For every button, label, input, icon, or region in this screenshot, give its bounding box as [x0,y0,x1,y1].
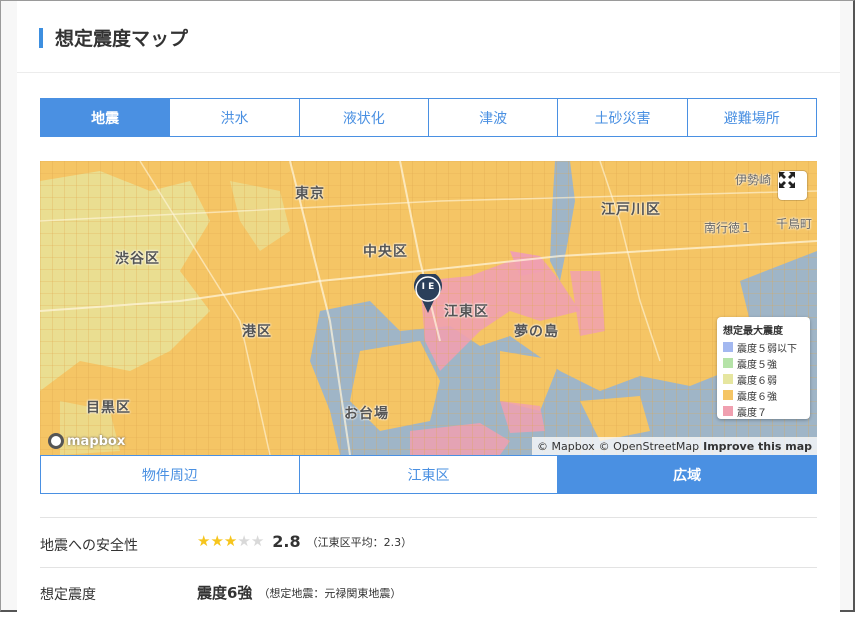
expand-icon [779,172,795,188]
intensity-value-group: 震度6強 （想定地震：元禄関東地震） [197,582,401,603]
mapbox-logo-icon [48,433,64,449]
map-label-isesaki: 伊勢崎 [735,173,772,187]
star-empty-icon: ★ [237,532,251,550]
legend-swatch [723,390,733,400]
attribution-osm-link[interactable]: © OpenStreetMap [599,440,700,453]
intensity-row: 想定震度 震度6強 （想定地震：元禄関東地震） [40,567,817,619]
legend-swatch [723,374,733,384]
page-title: 想定震度マップ [55,28,189,50]
tab-earthquake[interactable]: 地震 [41,99,170,136]
tab-property-area[interactable]: 物件周辺 [41,456,299,493]
hazard-map[interactable]: 東京 中央区 渋谷区 港区 江東区 夢の島 お台場 目黒区 江戸川区 伊勢崎 南… [40,161,817,455]
scope-tabs: 物件周辺 江東区 広域 [40,455,817,494]
map-attribution: © Mapbox © OpenStreetMap Improve this ma… [532,437,817,455]
hazard-card: 想定震度マップ 地震 洪水 液状化 津波 土砂災害 避難場所 東京 中央区 渋谷… [17,1,840,613]
legend-swatch [723,358,733,368]
improve-map-link[interactable]: Improve this map [703,440,812,453]
legend-title: 想定最大震度 [723,326,783,337]
safety-average: （江東区平均：2.3） [306,535,413,549]
legend-label: 震度６強 [737,391,777,403]
tab-liquefaction[interactable]: 液状化 [298,99,428,136]
map-label-meguro: 目黒区 [86,400,131,416]
map-label-shibuya: 渋谷区 [115,251,160,267]
tab-landslide[interactable]: 土砂災害 [557,99,687,136]
tab-koto-ward[interactable]: 江東区 [298,456,558,493]
tab-flood[interactable]: 洪水 [169,99,299,136]
intensity-legend: 想定最大震度 震度５弱以下 震度５強 震度６弱 震度６強 震度７ [717,317,810,419]
map-label-koto: 江東区 [444,304,489,320]
tab-tsunami[interactable]: 津波 [427,99,558,136]
map-label-chiba: 千鳥町 [776,217,813,231]
mapbox-logo-text: mapbox [67,433,126,449]
intensity-label: 想定震度 [40,587,96,603]
mapbox-logo[interactable]: mapbox [48,433,125,449]
map-label-minamigyotoku: 南行徳１ [704,221,753,235]
attribution-mapbox-link[interactable]: © Mapbox [537,440,595,453]
legend-label: 震度５弱以下 [737,343,797,355]
card-header: 想定震度マップ [17,1,840,73]
safety-stars: ★ ★ ★ ★ ★ [197,534,264,549]
legend-item: 震度７ [723,403,804,419]
tab-evacuation[interactable]: 避難場所 [686,99,816,136]
safety-row: 地震への安全性 ★ ★ ★ ★ ★ 2.8 （江東区平均：2.3） [40,517,817,569]
map-label-tokyo: 東京 [295,186,325,202]
star-empty-icon: ★ [250,532,265,550]
legend-label: 震度７ [737,407,767,419]
hazard-tabs: 地震 洪水 液状化 津波 土砂災害 避難場所 [40,98,817,137]
legend-label: 震度６弱 [737,375,777,387]
map-label-chuo: 中央区 [363,244,408,260]
page-frame: 想定震度マップ 地震 洪水 液状化 津波 土砂災害 避難場所 東京 中央区 渋谷… [0,0,855,613]
map-label-odaiba: お台場 [344,406,389,422]
intensity-value: 震度6強 [197,584,253,602]
legend-item: 震度５強 [723,355,804,371]
safety-value: ★ ★ ★ ★ ★ 2.8 （江東区平均：2.3） [197,532,412,551]
star-filled-icon: ★ [210,532,224,550]
legend-item: 震度５弱以下 [723,339,804,355]
tab-wide-area[interactable]: 広域 [557,456,817,493]
legend-label: 震度５強 [737,359,777,371]
map-label-minato: 港区 [242,324,272,340]
intensity-note: （想定地震：元禄関東地震） [258,586,402,600]
legend-swatch [723,342,733,352]
legend-swatch [723,406,733,416]
star-filled-icon: ★ [197,532,211,550]
star-filled-icon: ★ [223,532,238,550]
pin-label: I E [421,282,435,292]
fullscreen-button[interactable] [778,171,807,200]
title-accent-bar [39,28,43,48]
safety-score: 2.8 [272,532,301,551]
legend-item: 震度６強 [723,387,804,403]
safety-label: 地震への安全性 [40,538,138,554]
legend-item: 震度６弱 [723,371,804,387]
map-label-yumenoshima: 夢の島 [514,324,559,340]
map-label-edogawa: 江戸川区 [601,202,661,218]
property-pin-icon[interactable]: I E [413,274,443,314]
